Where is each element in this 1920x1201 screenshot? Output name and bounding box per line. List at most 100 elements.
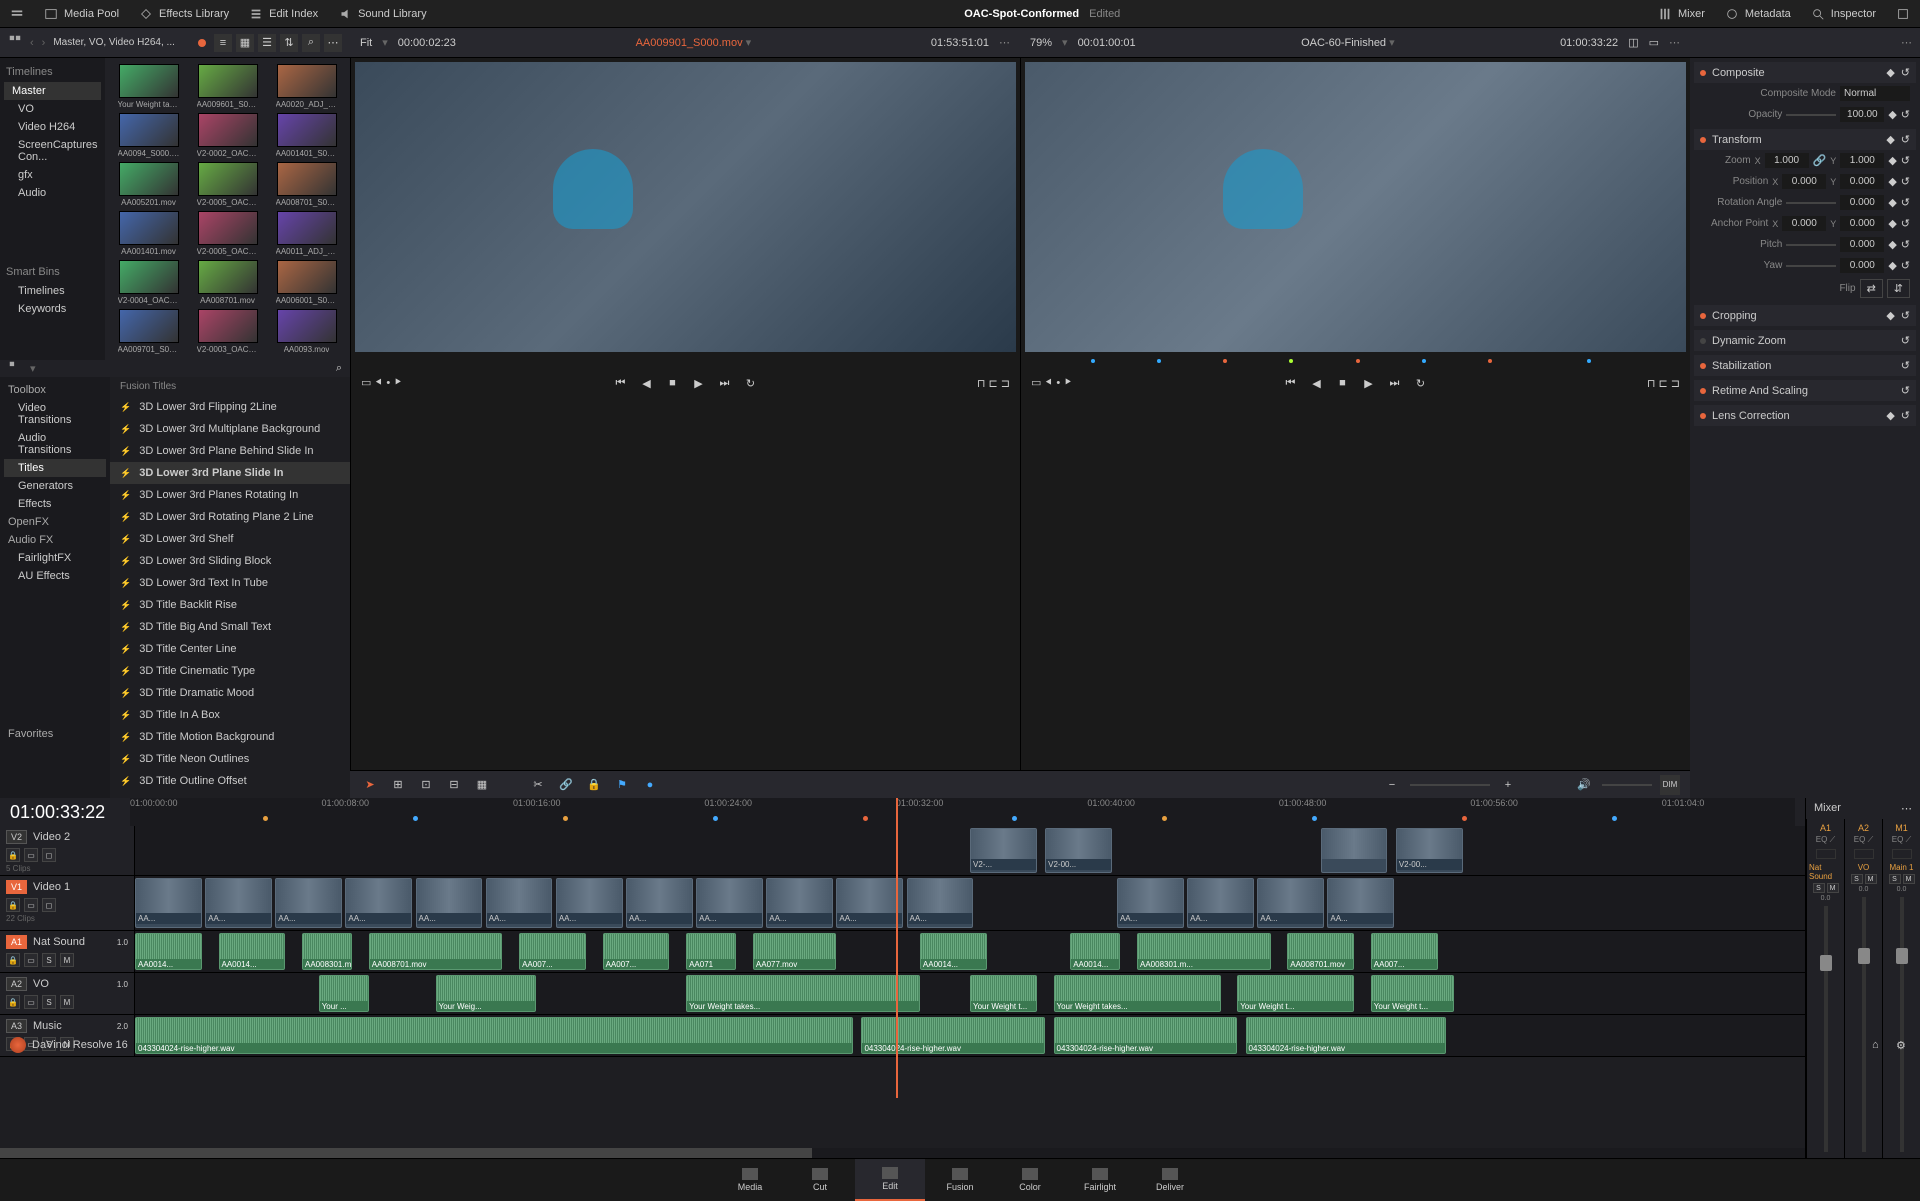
- rotation-slider[interactable]: [1786, 202, 1836, 204]
- audio-clip[interactable]: Your Weight t...: [1237, 975, 1354, 1012]
- audiofx-header[interactable]: Audio FX: [4, 531, 106, 549]
- v1-enable[interactable]: ▭: [24, 898, 38, 912]
- timeline-viewer[interactable]: [1025, 62, 1686, 352]
- timeline-name[interactable]: OAC-60-Finished: [1301, 37, 1386, 49]
- video-clip[interactable]: AA...: [766, 878, 833, 928]
- fx-generators[interactable]: Generators: [4, 477, 106, 495]
- source-mode-icon[interactable]: ▭: [361, 377, 371, 389]
- v2-enable[interactable]: ▭: [24, 848, 38, 862]
- a1-mute[interactable]: M: [60, 953, 74, 967]
- fx-aueffects[interactable]: AU Effects: [4, 567, 106, 585]
- pitch-value[interactable]: 0.000: [1840, 237, 1884, 252]
- title-item[interactable]: ⚡3D Title Neon Outlines: [110, 748, 350, 770]
- strip-view-icon[interactable]: ☰: [258, 34, 276, 52]
- a2-track[interactable]: Your ...Your Weig...Your Weight takes...…: [135, 973, 1805, 1014]
- audio-clip[interactable]: AA008701.mov: [369, 933, 503, 970]
- dynamic-zoom-header[interactable]: Dynamic Zoom: [1712, 335, 1786, 347]
- composite-reset-icon[interactable]: ↺: [1901, 66, 1910, 79]
- audio-clip[interactable]: Your Weig...: [436, 975, 536, 1012]
- anchor-kf[interactable]: ◆: [1888, 217, 1896, 230]
- v1-mute[interactable]: ◻: [42, 898, 56, 912]
- title-item[interactable]: ⚡3D Title Big And Small Text: [110, 616, 350, 638]
- overwrite-tool[interactable]: ⊡: [416, 775, 436, 795]
- search-icon[interactable]: ⌕: [302, 34, 320, 52]
- bin-view-icon[interactable]: [8, 34, 22, 51]
- app-menu-icon[interactable]: [10, 7, 24, 21]
- inspector-button[interactable]: Inspector: [1811, 7, 1876, 21]
- audio-clip[interactable]: Your ...: [319, 975, 369, 1012]
- title-item[interactable]: ⚡3D Lower 3rd Multiplane Background: [110, 418, 350, 440]
- prev-frame-button[interactable]: ◀: [638, 374, 656, 392]
- video-clip[interactable]: AA...: [1187, 878, 1254, 928]
- inspector-more-icon[interactable]: ⋯: [1901, 37, 1912, 49]
- yaw-slider[interactable]: [1786, 265, 1836, 267]
- v2-mute[interactable]: ◻: [42, 848, 56, 862]
- timeline-zoom[interactable]: 79%: [1030, 37, 1052, 49]
- media-thumb[interactable]: V2-0002_OAC We...: [190, 113, 265, 158]
- transform-kf[interactable]: ◆: [1886, 133, 1894, 146]
- audio-clip[interactable]: Your Weight t...: [1371, 975, 1455, 1012]
- source-viewer[interactable]: [355, 62, 1016, 352]
- title-item[interactable]: ⚡3D Lower 3rd Text In Tube: [110, 572, 350, 594]
- audio-clip[interactable]: AA008301.m...: [302, 933, 352, 970]
- smartbin-keywords[interactable]: Keywords: [4, 300, 101, 318]
- title-item[interactable]: ⚡3D Title Backlit Rise: [110, 594, 350, 616]
- a2-solo[interactable]: S: [42, 995, 56, 1009]
- nav-color[interactable]: Color: [995, 1159, 1065, 1201]
- tl-more-icon[interactable]: ⋯: [1669, 36, 1680, 49]
- mixer-strip[interactable]: M1EQ ⟋Main 1SM0.0: [1882, 819, 1920, 1158]
- folder-screencaptures[interactable]: ScreenCaptures Con...: [4, 136, 101, 166]
- playhead[interactable]: [896, 798, 898, 1098]
- folder-vo[interactable]: VO: [4, 100, 101, 118]
- video-clip[interactable]: AA...: [275, 878, 342, 928]
- match-frame-icon[interactable]: ⊓: [977, 378, 986, 390]
- tl-out-icon[interactable]: ⊐: [1671, 378, 1680, 390]
- zoom-slider[interactable]: [1410, 784, 1490, 786]
- volume-icon[interactable]: 🔊: [1574, 775, 1594, 795]
- folder-audio[interactable]: Audio: [4, 184, 101, 202]
- a1-solo[interactable]: S: [42, 953, 56, 967]
- source-nav-next[interactable]: ⯈: [393, 377, 402, 389]
- v2-lock[interactable]: 🔒: [6, 848, 20, 862]
- lens-header[interactable]: Lens Correction: [1712, 410, 1790, 422]
- home-icon[interactable]: ⌂: [1872, 1039, 1886, 1053]
- pitch-slider[interactable]: [1786, 244, 1836, 246]
- insert-tool[interactable]: ⊞: [388, 775, 408, 795]
- media-thumb[interactable]: V2-0003_OAC We...: [190, 309, 265, 354]
- more-icon[interactable]: ⋯: [324, 34, 342, 52]
- video-clip[interactable]: AA...: [345, 878, 412, 928]
- a3-track[interactable]: 043304024-rise-higher.wav 043304024-rise…: [135, 1015, 1805, 1056]
- timeline-scrubber[interactable]: [1025, 356, 1686, 368]
- nav-media[interactable]: Media: [715, 1159, 785, 1201]
- media-thumb[interactable]: AA0094_S000.mov: [111, 113, 186, 158]
- first-frame-button[interactable]: ⏮: [612, 374, 630, 392]
- media-thumb[interactable]: V2-0005_OAC End ...: [190, 162, 265, 207]
- in-point-icon[interactable]: ⊏: [989, 378, 998, 390]
- media-thumb[interactable]: AA005201.mov: [111, 162, 186, 207]
- marker-tool[interactable]: ●: [640, 775, 660, 795]
- viewer-fit-dropdown[interactable]: Fit: [360, 37, 372, 49]
- title-item[interactable]: ⚡3D Title Center Line: [110, 638, 350, 660]
- opacity-kf[interactable]: ◆: [1888, 108, 1896, 121]
- flip-v-button[interactable]: ⇵: [1887, 279, 1910, 298]
- stop-button[interactable]: ■: [664, 374, 682, 392]
- anchor-x[interactable]: 0.000: [1782, 216, 1826, 231]
- media-thumb[interactable]: AA009601_S000...: [190, 64, 265, 109]
- tl-nav-dot[interactable]: •: [1056, 377, 1060, 389]
- video-clip[interactable]: AA...: [416, 878, 483, 928]
- opacity-value[interactable]: 100.00: [1840, 107, 1884, 122]
- tl-prev-frame-button[interactable]: ◀: [1308, 374, 1326, 392]
- title-item[interactable]: ⚡3D Lower 3rd Flipping 2Line: [110, 396, 350, 418]
- breadcrumb[interactable]: Master, VO, Video H264, ...: [53, 37, 190, 48]
- flag-tool[interactable]: ⚑: [612, 775, 632, 795]
- video-clip[interactable]: AA...: [486, 878, 553, 928]
- video-clip[interactable]: AA...: [1117, 878, 1184, 928]
- a2-lock[interactable]: 🔒: [6, 995, 20, 1009]
- v1-lock[interactable]: 🔒: [6, 898, 20, 912]
- folder-gfx[interactable]: gfx: [4, 166, 101, 184]
- audio-clip[interactable]: Your Weight t...: [970, 975, 1037, 1012]
- yaw-reset[interactable]: ↺: [1901, 259, 1910, 272]
- video-clip[interactable]: AA...: [205, 878, 272, 928]
- title-item[interactable]: ⚡3D Lower 3rd Rotating Plane 2 Line: [110, 506, 350, 528]
- yaw-kf[interactable]: ◆: [1888, 259, 1896, 272]
